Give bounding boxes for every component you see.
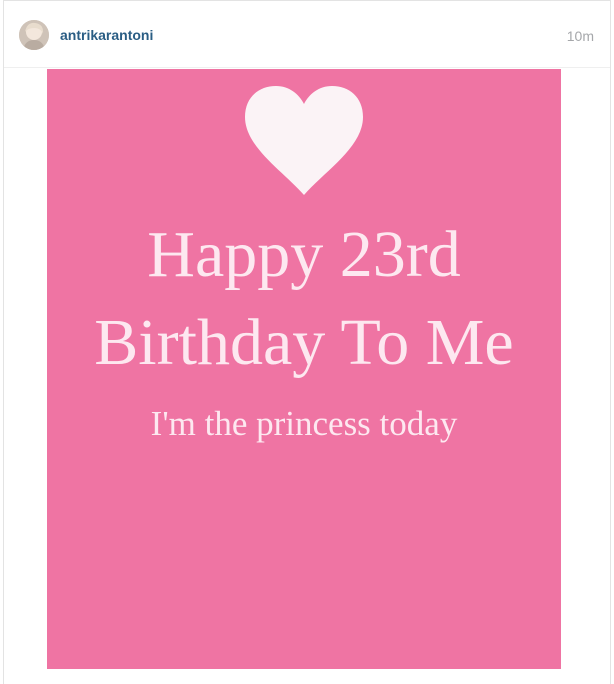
avatar-photo-icon [19,20,49,50]
greeting-line-1: Happy 23rd [147,218,461,291]
post-image[interactable]: Happy 23rd Birthday To Me I'm the prince… [47,69,561,669]
post-timestamp[interactable]: 10m [567,27,594,45]
avatar[interactable] [19,20,49,50]
username-link[interactable]: antrikarantoni [60,26,153,44]
post-card: antrikarantoni 10m Happy 23rd Birthday T… [3,0,611,684]
post-header: antrikarantoni 10m [4,1,610,68]
greeting-line-2: Birthday To Me [94,306,514,379]
heart-icon [245,86,363,195]
greeting-subtitle: I'm the princess today [150,404,458,443]
